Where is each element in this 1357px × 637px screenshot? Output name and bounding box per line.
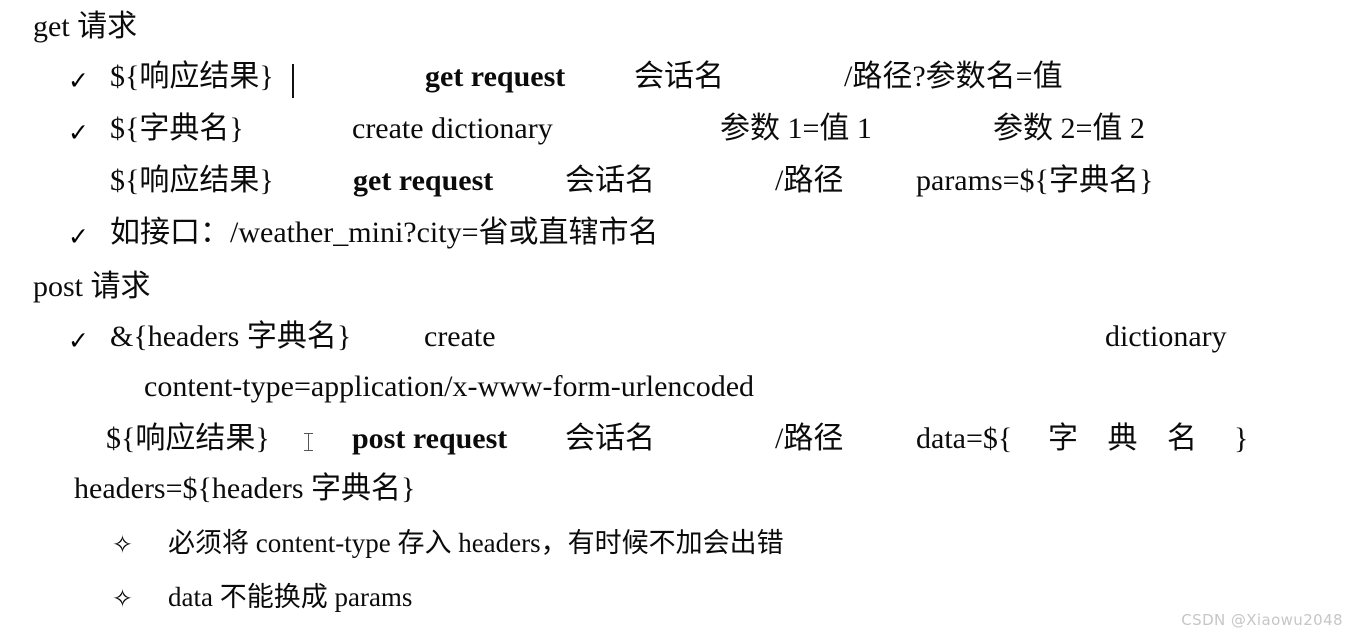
get-line-4: 如接口：/weather_mini?city=省或直辖市名 (0, 218, 1357, 256)
get-line-2-param2: 参数 2=值 2 (993, 112, 1145, 145)
post-line-3-data-var: 字 典 名 (1048, 422, 1208, 455)
ibeam-cursor-icon (303, 432, 314, 452)
post-line-3-data-prefix: data=${ (916, 422, 1013, 455)
post-line-3-data-suffix: } (1234, 422, 1249, 455)
post-note-1: 必须将 content-type 存入 headers，有时候不加会出错 (168, 528, 784, 558)
post-line-3-session: 会话名 (565, 422, 655, 455)
section-heading-post: post 请求 (33, 270, 151, 303)
get-line-3-params: params=${字典名} (916, 164, 1154, 197)
diamond-bullet-icon: ✧ (112, 584, 133, 613)
section-heading-get: get 请求 (33, 10, 138, 43)
get-line-2-var: ${字典名} (110, 112, 244, 145)
get-line-3-session: 会话名 (565, 164, 655, 197)
post-line-4-headers: headers=${headers 字典名} (74, 472, 416, 505)
get-line-2-param1: 参数 1=值 1 (720, 112, 872, 145)
post-note-2: data 不能换成 params (168, 582, 413, 612)
get-line-3-var: ${响应结果} (110, 164, 274, 197)
post-line-1-keyword: create (424, 320, 496, 353)
get-line-1-keyword: get request (425, 60, 566, 93)
get-line-2-keyword: create dictionary (352, 112, 553, 145)
get-line-4-example: 如接口：/weather_mini?city=省或直辖市名 (110, 216, 659, 249)
get-line-1-path: /路径?参数名=值 (844, 60, 1063, 93)
text-caret-icon (292, 64, 294, 98)
post-line-2-content-type: content-type=application/x-www-form-urle… (144, 370, 755, 403)
get-line-1: ${响应结果} get request 会话名 /路径?参数名=值 (0, 62, 1357, 100)
post-line-3-keyword: post request (352, 422, 508, 455)
get-line-1-var: ${响应结果} (110, 60, 274, 93)
csdn-watermark: CSDN @Xiaowu2048 (1181, 611, 1343, 629)
get-line-3-keyword: get request (353, 164, 494, 197)
diamond-bullet-icon: ✧ (112, 530, 133, 559)
post-line-4: headers=${headers 字典名} (0, 474, 1357, 512)
post-line-1-var: &{headers 字典名} (110, 320, 352, 353)
get-line-2: ${字典名} create dictionary 参数 1=值 1 参数 2=值… (0, 114, 1357, 152)
post-line-1: &{headers 字典名} create dictionary (0, 322, 1357, 360)
get-line-1-session: 会话名 (634, 60, 724, 93)
post-line-3: ${响应结果} post request 会话名 /路径 data=${ 字 典… (0, 424, 1357, 462)
post-line-1-keyword-2: dictionary (1105, 320, 1227, 353)
get-line-3: ${响应结果} get request 会话名 /路径 params=${字典名… (0, 166, 1357, 204)
post-line-3-path: /路径 (775, 422, 844, 455)
get-line-3-path: /路径 (775, 164, 844, 197)
post-line-2: content-type=application/x-www-form-urle… (0, 372, 1357, 410)
document-page: get 请求 ✓ ${响应结果} get request 会话名 /路径?参数名… (0, 0, 1357, 637)
post-line-3-var: ${响应结果} (106, 422, 270, 455)
